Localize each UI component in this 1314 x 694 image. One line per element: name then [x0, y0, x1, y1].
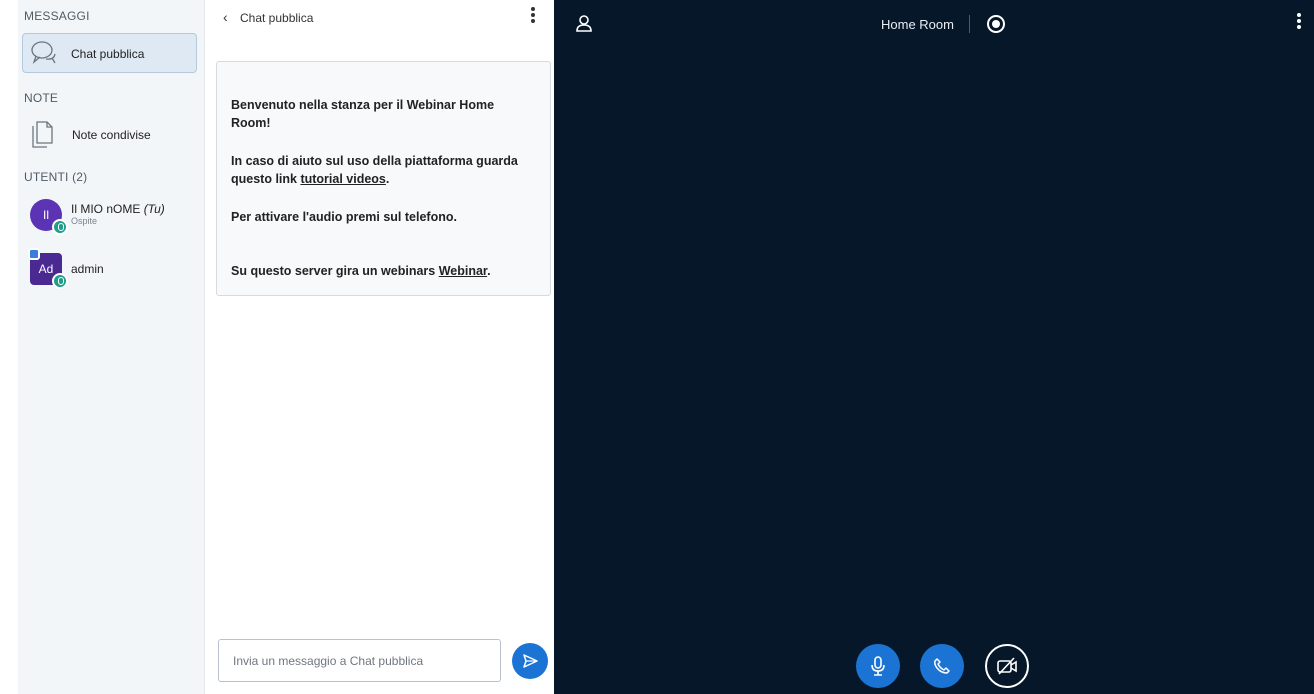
main-presentation-area: Home Room — [554, 0, 1314, 694]
chat-bubbles-icon — [31, 41, 56, 64]
welcome-message: Benvenuto nella stanza per il Webinar Ho… — [216, 61, 551, 296]
chat-panel: ‹ Chat pubblica Benvenuto nella stanza p… — [204, 0, 554, 694]
punctuation: . — [487, 264, 491, 278]
notes-document-icon — [32, 121, 53, 148]
chevron-left-icon[interactable]: ‹ — [223, 9, 228, 25]
user-role: Ospite — [71, 216, 98, 226]
welcome-line-3: Per attivare l'audio premi sul telefono. — [231, 210, 457, 224]
sidebar-item-shared-notes[interactable]: Note condivise — [22, 114, 197, 154]
welcome-text: Benvenuto nella stanza per il Webinar — [231, 98, 460, 112]
microphone-icon — [871, 656, 885, 676]
shared-notes-label: Note condivise — [72, 128, 151, 142]
server-text: Su questo server gira un webinars — [231, 264, 439, 278]
presenter-icon — [28, 248, 40, 260]
record-icon[interactable] — [987, 15, 1005, 33]
welcome-line-2: In caso di aiuto sul uso della piattafor… — [231, 152, 536, 188]
avatar-initials: Il — [43, 208, 49, 222]
message-input[interactable] — [218, 639, 501, 682]
user-name: Il MIO nOME (Tu) — [71, 202, 165, 216]
microphone-button[interactable] — [856, 644, 900, 688]
user-list-item[interactable]: Il Il MIO nOME (Tu) Ospite — [28, 197, 198, 237]
notes-section-title: NOTE — [24, 91, 59, 105]
listen-only-status-icon — [52, 273, 68, 289]
welcome-line-4: Su questo server gira un webinars Webina… — [231, 262, 536, 280]
user-name-text: Il MIO nOME — [71, 202, 141, 216]
punctuation: . — [385, 172, 390, 186]
welcome-line-1: Benvenuto nella stanza per il Webinar Ho… — [231, 96, 536, 132]
chat-title[interactable]: Chat pubblica — [240, 11, 313, 25]
user-name: admin — [71, 262, 104, 276]
app-window: MESSAGGI Chat pubblica NOTE Note condivi… — [0, 0, 1314, 694]
phone-icon — [934, 658, 950, 674]
tutorial-videos-link[interactable]: tutorial videos — [300, 172, 385, 186]
you-tag: (Tu) — [143, 202, 165, 216]
user-list-toggle-icon[interactable] — [574, 13, 594, 33]
user-list-item[interactable]: Ad admin — [28, 248, 198, 291]
camera-button[interactable] — [985, 644, 1029, 688]
header-divider — [969, 15, 970, 33]
send-icon — [523, 654, 538, 668]
public-chat-label: Chat pubblica — [71, 47, 145, 61]
room-title: Home Room — [881, 17, 954, 32]
sidebar: MESSAGGI Chat pubblica NOTE Note condivi… — [18, 0, 204, 694]
sidebar-item-public-chat[interactable]: Chat pubblica — [22, 33, 197, 73]
chat-header: ‹ Chat pubblica — [205, 0, 555, 34]
listen-only-status-icon — [52, 219, 68, 235]
webinar-link[interactable]: Webinar — [439, 264, 487, 278]
avatar-initials: Ad — [38, 262, 54, 276]
send-message-button[interactable] — [512, 643, 548, 679]
messages-section-title: MESSAGGI — [24, 9, 90, 23]
camera-off-icon — [997, 657, 1017, 675]
options-menu-icon[interactable] — [1295, 13, 1303, 35]
chat-options-icon[interactable] — [527, 7, 539, 27]
phone-button[interactable] — [920, 644, 964, 688]
users-section-title: UTENTI (2) — [24, 170, 88, 184]
